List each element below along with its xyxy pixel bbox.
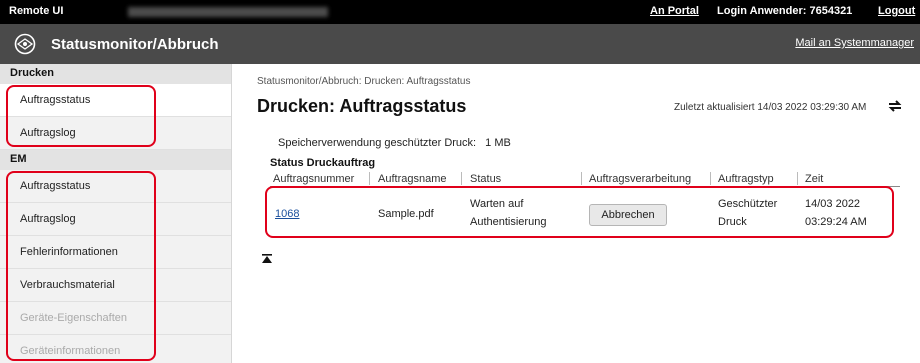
mail-systemmanager-link[interactable]: Mail an Systemmanager — [795, 37, 914, 49]
sidebar-heading-drucken: Drucken — [0, 64, 231, 84]
title-bar: Statusmonitor/Abbruch Mail an Systemmana… — [0, 24, 920, 64]
highlight-frame-em — [6, 171, 156, 361]
storage-usage: Speicherverwendung geschützter Druck: 1 … — [278, 137, 511, 149]
logout-link[interactable]: Logout — [878, 5, 915, 17]
breadcrumb: Statusmonitor/Abbruch: Drucken: Auftrags… — [257, 76, 471, 87]
page-section-title: Statusmonitor/Abbruch — [51, 36, 219, 53]
column-header-zeit: Zeit — [805, 173, 824, 185]
highlight-frame-job-row — [265, 186, 894, 238]
column-separator — [369, 172, 370, 185]
column-header-auftragstyp: Auftragstyp — [718, 173, 774, 185]
top-bar: Remote UI An Portal Login Anwender: 7654… — [0, 0, 920, 24]
refresh-icon[interactable] — [886, 97, 904, 115]
last-updated-text: Zuletzt aktualisiert 14/03 2022 03:29:30… — [674, 102, 867, 113]
column-header-auftragsnummer: Auftragsnummer — [273, 173, 355, 185]
column-separator — [797, 172, 798, 185]
device-name-redacted — [128, 7, 328, 17]
app-brand: Remote UI — [9, 5, 64, 17]
column-header-auftragsverarbeitung: Auftragsverarbeitung — [589, 173, 692, 185]
remote-ui-logo-icon — [14, 33, 36, 55]
column-separator — [461, 172, 462, 185]
storage-usage-label: Speicherverwendung geschützter Druck: — [278, 137, 477, 149]
portal-link[interactable]: An Portal — [650, 5, 699, 17]
highlight-frame-drucken — [6, 85, 156, 147]
status-section-heading: Status Druckauftrag — [270, 157, 376, 169]
column-header-auftragsname: Auftragsname — [378, 173, 447, 185]
page-title: Drucken: Auftragsstatus — [257, 96, 467, 116]
storage-usage-value: 1 MB — [485, 137, 511, 149]
column-separator — [581, 172, 582, 185]
table-header: Auftragsnummer Auftragsname Status Auftr… — [270, 170, 900, 187]
login-user-text: Login Anwender: 7654321 — [717, 5, 853, 17]
scroll-to-top-icon[interactable] — [261, 253, 273, 265]
column-header-status: Status — [470, 173, 502, 185]
column-separator — [710, 172, 711, 185]
sidebar-heading-em: EM — [0, 150, 231, 170]
